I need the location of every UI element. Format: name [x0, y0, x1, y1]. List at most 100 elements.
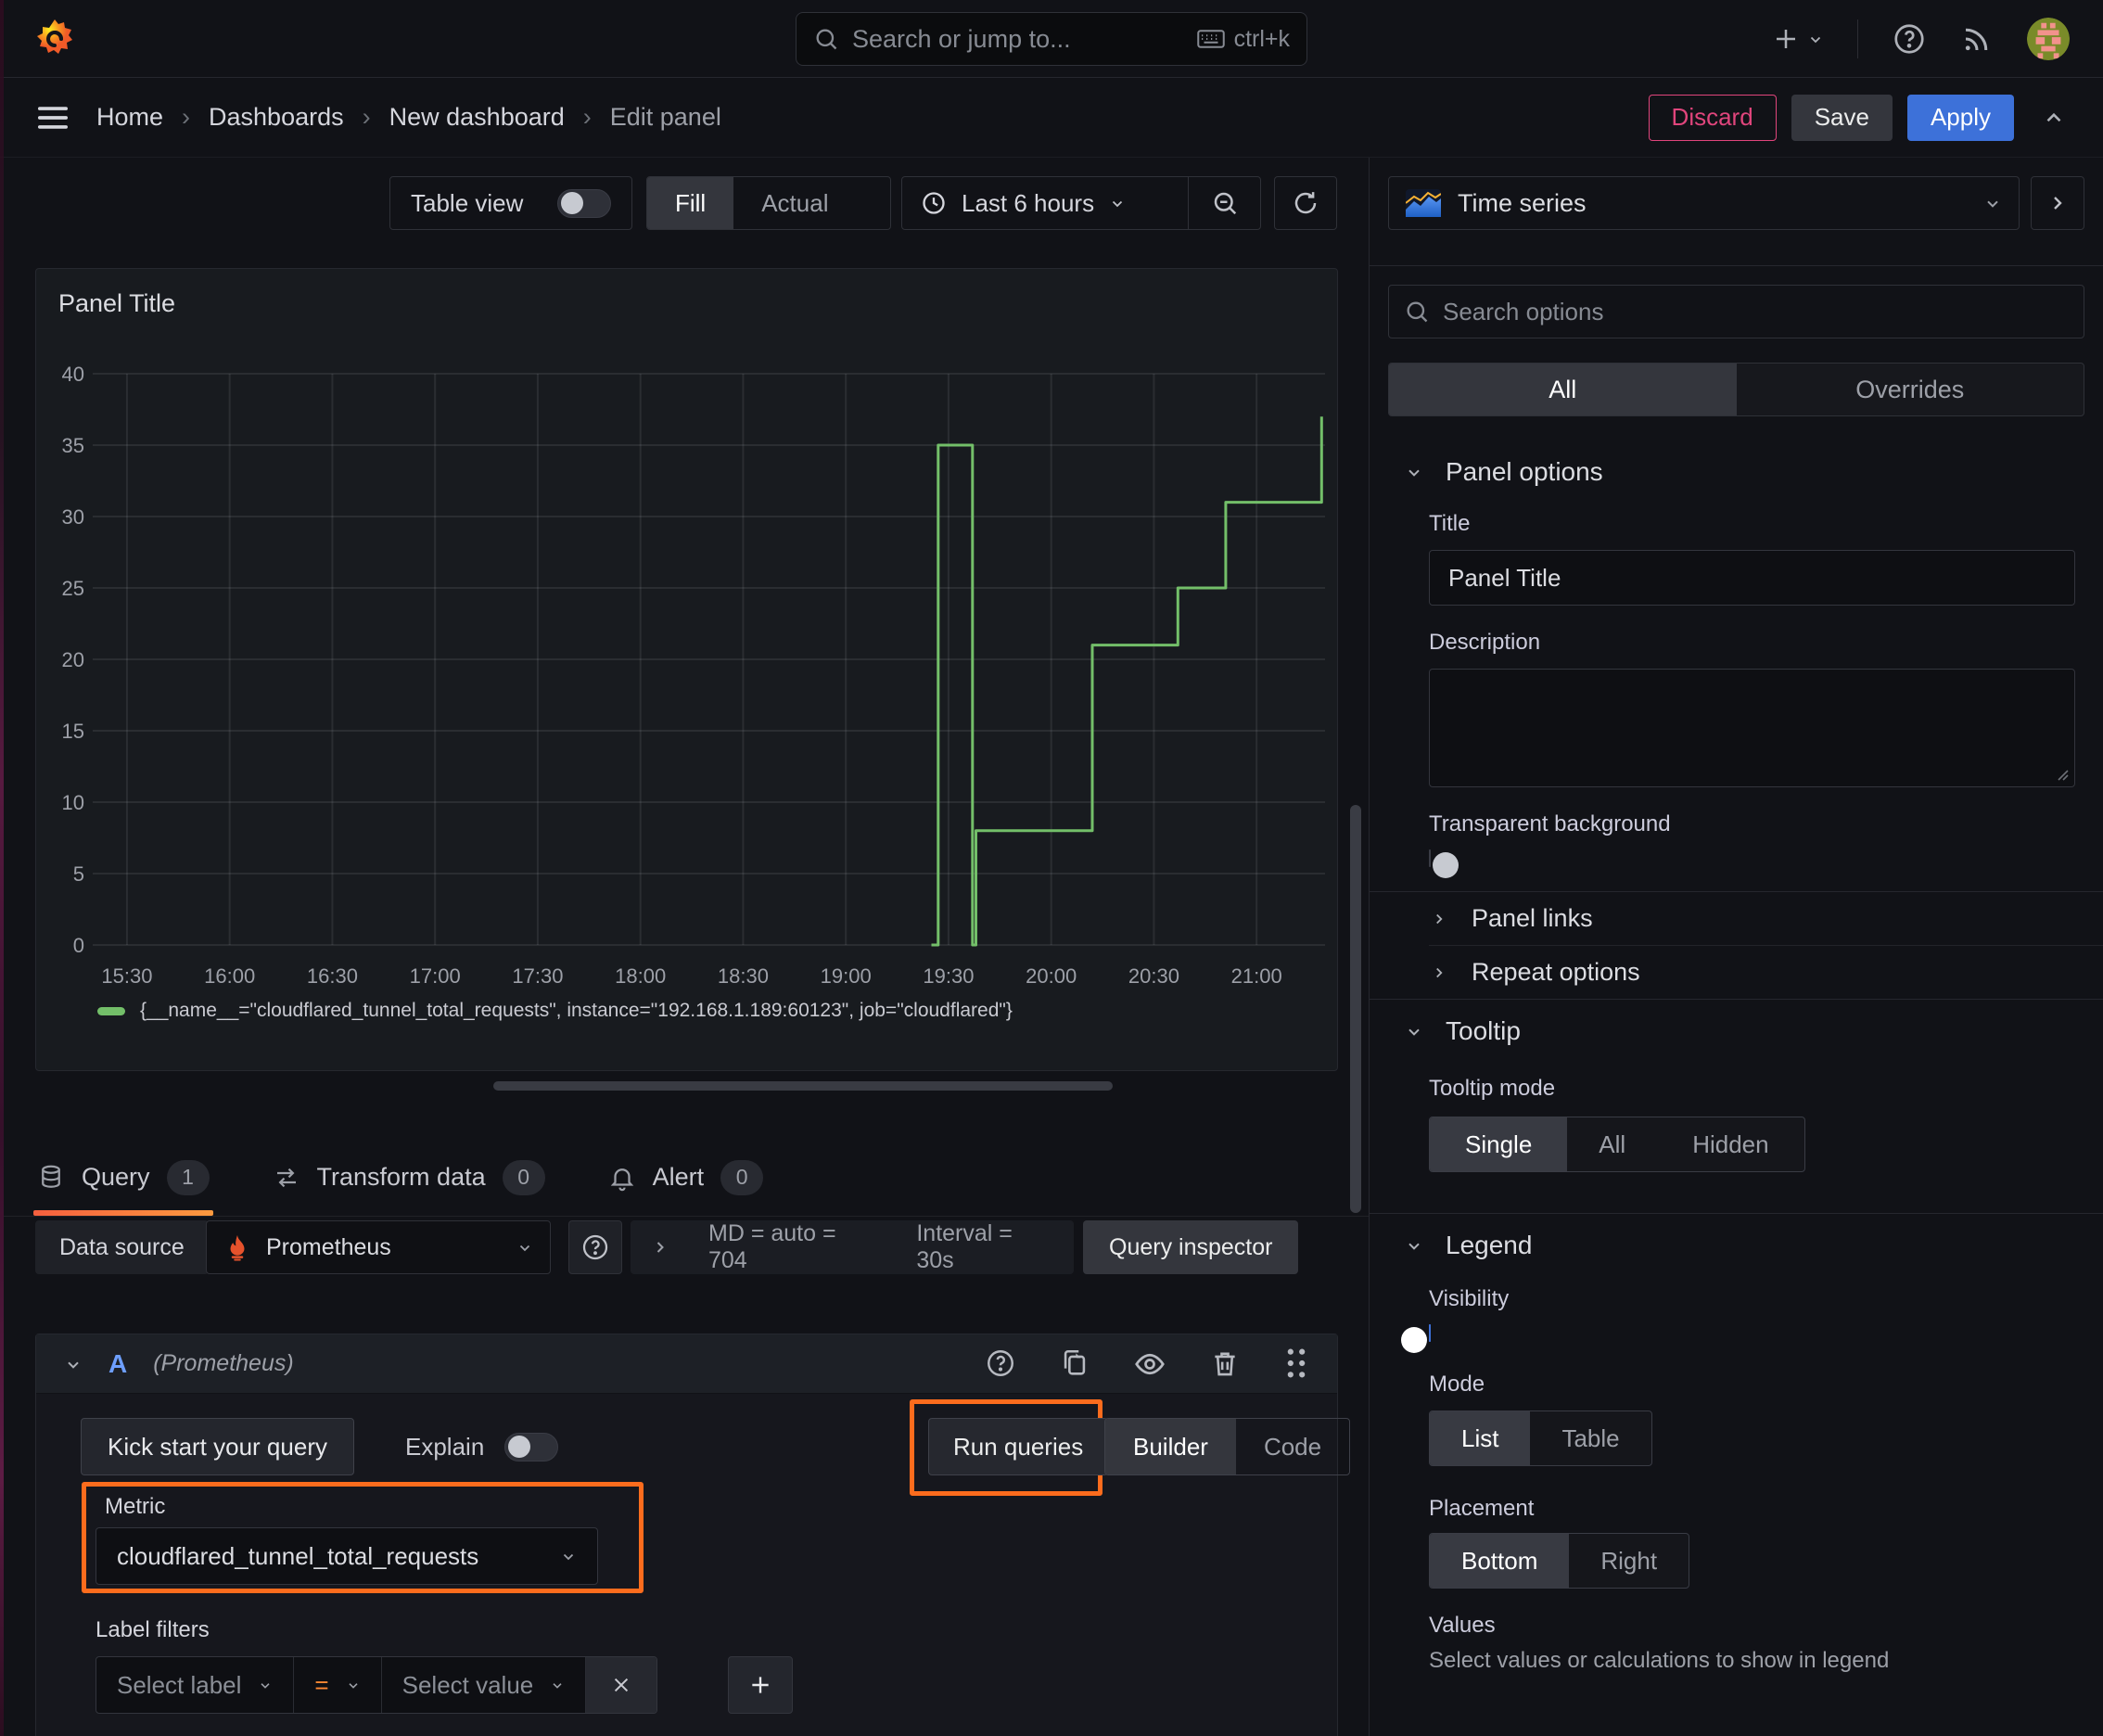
news-icon[interactable]	[1960, 22, 1994, 56]
tooltip-section[interactable]: Tooltip	[1370, 1016, 2103, 1046]
save-button[interactable]: Save	[1791, 94, 1893, 141]
zoom-out-icon[interactable]	[1188, 177, 1260, 229]
eye-icon[interactable]	[1133, 1347, 1166, 1381]
global-search-input[interactable]	[852, 24, 1184, 54]
chevron-down-icon	[64, 1355, 83, 1373]
breadcrumb-home[interactable]: Home	[96, 103, 163, 132]
section-divider	[1370, 1213, 2103, 1214]
transparent-bg-label: Transparent background	[1429, 811, 1671, 836]
panel-title-input[interactable]	[1429, 550, 2075, 606]
section-divider	[1370, 999, 2103, 1000]
trash-icon[interactable]	[1209, 1347, 1241, 1381]
max-data-points: MD = auto = 704	[708, 1220, 836, 1273]
query-datasource-hint: (Prometheus)	[153, 1350, 294, 1376]
kick-start-button[interactable]: Kick start your query	[81, 1418, 354, 1475]
query-inspector-button[interactable]: Query inspector	[1083, 1220, 1299, 1274]
menu-icon[interactable]	[37, 106, 69, 130]
topbar-divider	[1857, 19, 1858, 58]
repeat-options-section[interactable]: Repeat options	[1370, 946, 2103, 999]
tab-transform-data[interactable]: Transform data 0	[269, 1139, 549, 1216]
options-search[interactable]	[1388, 285, 2084, 338]
placement-right-option[interactable]: Right	[1569, 1534, 1689, 1588]
alert-count-badge: 0	[720, 1159, 764, 1195]
drag-handle-icon[interactable]	[1283, 1347, 1309, 1381]
svg-text:19:30: 19:30	[923, 964, 974, 988]
query-row-header[interactable]: A (Prometheus)	[36, 1334, 1337, 1394]
svg-text:20: 20	[62, 648, 84, 671]
chevron-down-icon	[258, 1678, 273, 1692]
breadcrumb: Home › Dashboards › New dashboard › Edit…	[96, 103, 721, 132]
svg-text:30: 30	[62, 505, 84, 529]
panel-links-section[interactable]: Panel links	[1370, 892, 2103, 945]
time-range-picker: Last 6 hours	[901, 176, 1261, 230]
grafana-logo[interactable]	[33, 18, 76, 60]
visualization-picker[interactable]: Time series	[1388, 176, 2020, 230]
tab-overrides[interactable]: Overrides	[1737, 364, 2084, 415]
description-textarea[interactable]	[1429, 669, 2075, 787]
resize-handle[interactable]	[493, 1081, 1113, 1091]
transparent-bg-toggle[interactable]	[1429, 849, 1459, 878]
legend-values-help: Select values or calculations to show in…	[1429, 1648, 1890, 1673]
legend-series-label[interactable]: {__name__="cloudflared_tunnel_total_requ…	[140, 1000, 1013, 1022]
title-field-label: Title	[1429, 511, 1471, 536]
duplicate-icon[interactable]	[1059, 1347, 1090, 1381]
fill-actual-switch: Fill Actual	[646, 176, 891, 230]
chevron-down-icon	[1405, 1022, 1423, 1040]
breadcrumb-separator: ›	[182, 103, 191, 131]
placement-bottom-option[interactable]: Bottom	[1430, 1534, 1570, 1588]
tab-query[interactable]: Query 1	[33, 1139, 213, 1216]
breadcrumb-new-dashboard[interactable]: New dashboard	[389, 103, 565, 132]
operator-dropdown[interactable]: =	[294, 1657, 382, 1713]
metric-label: Metric	[105, 1494, 166, 1519]
label-filters-label: Label filters	[96, 1617, 210, 1642]
code-option[interactable]: Code	[1236, 1419, 1349, 1474]
tooltip-all-option[interactable]: All	[1567, 1117, 1657, 1171]
datasource-help-icon[interactable]	[568, 1220, 622, 1274]
metric-select[interactable]: cloudflared_tunnel_total_requests	[96, 1527, 598, 1585]
add-filter-button[interactable]	[728, 1656, 793, 1714]
interval: Interval = 30s	[916, 1220, 1013, 1273]
explain-label: Explain	[405, 1432, 485, 1461]
select-label-dropdown[interactable]: Select label	[96, 1657, 295, 1713]
datasource-select[interactable]: Prometheus	[206, 1220, 551, 1274]
add-menu-button[interactable]	[1772, 25, 1824, 53]
legend-table-option[interactable]: Table	[1530, 1411, 1651, 1465]
search-icon	[813, 26, 839, 52]
panel-options-section[interactable]: Panel options	[1370, 457, 2103, 487]
refresh-button[interactable]	[1274, 176, 1337, 230]
builder-option[interactable]: Builder	[1105, 1419, 1236, 1474]
legend-visibility-toggle[interactable]	[1401, 1324, 1431, 1353]
actual-option[interactable]: Actual	[733, 177, 856, 229]
discard-button[interactable]: Discard	[1648, 94, 1777, 141]
legend-mode-switch: List Table	[1429, 1410, 1652, 1466]
tab-all[interactable]: All	[1389, 364, 1737, 415]
table-view-toggle[interactable]	[557, 188, 611, 218]
explain-toggle[interactable]	[504, 1432, 559, 1462]
remove-filter-button[interactable]	[586, 1657, 657, 1713]
svg-text:21:00: 21:00	[1231, 964, 1282, 988]
collapse-options-button[interactable]	[2031, 176, 2084, 230]
query-options-strip[interactable]: MD = auto = 704 Interval = 30s	[631, 1220, 1074, 1274]
select-value-dropdown[interactable]: Select value	[382, 1657, 587, 1713]
avatar[interactable]	[2027, 17, 2070, 60]
chevron-up-icon[interactable]	[2042, 106, 2066, 130]
tooltip-single-option[interactable]: Single	[1430, 1117, 1568, 1171]
chart-svg[interactable]: 0 5 10 15 20 25 30 35 40 15:30 16:00 16:30 17:00 17:3…	[36, 328, 1339, 996]
apply-button[interactable]: Apply	[1906, 94, 2014, 141]
options-search-input[interactable]	[1443, 297, 2069, 326]
global-search[interactable]: ctrl+k	[796, 12, 1307, 66]
legend-section[interactable]: Legend	[1370, 1231, 2103, 1260]
query-help-icon[interactable]	[985, 1347, 1016, 1381]
legend-list-option[interactable]: List	[1430, 1411, 1531, 1465]
time-range-button[interactable]: Last 6 hours	[902, 189, 1188, 218]
svg-text:10: 10	[62, 791, 84, 814]
clock-icon	[921, 190, 947, 216]
tooltip-hidden-option[interactable]: Hidden	[1657, 1117, 1803, 1171]
chevron-down-icon	[560, 1548, 577, 1564]
query-editor: A (Prometheus) Kick start your query Exp…	[35, 1334, 1351, 1736]
breadcrumb-dashboards[interactable]: Dashboards	[209, 103, 344, 132]
fill-option[interactable]: Fill	[647, 177, 734, 229]
run-queries-button[interactable]: Run queries	[928, 1418, 1109, 1475]
help-icon[interactable]	[1892, 21, 1927, 57]
tab-alert[interactable]: Alert 0	[605, 1139, 768, 1216]
